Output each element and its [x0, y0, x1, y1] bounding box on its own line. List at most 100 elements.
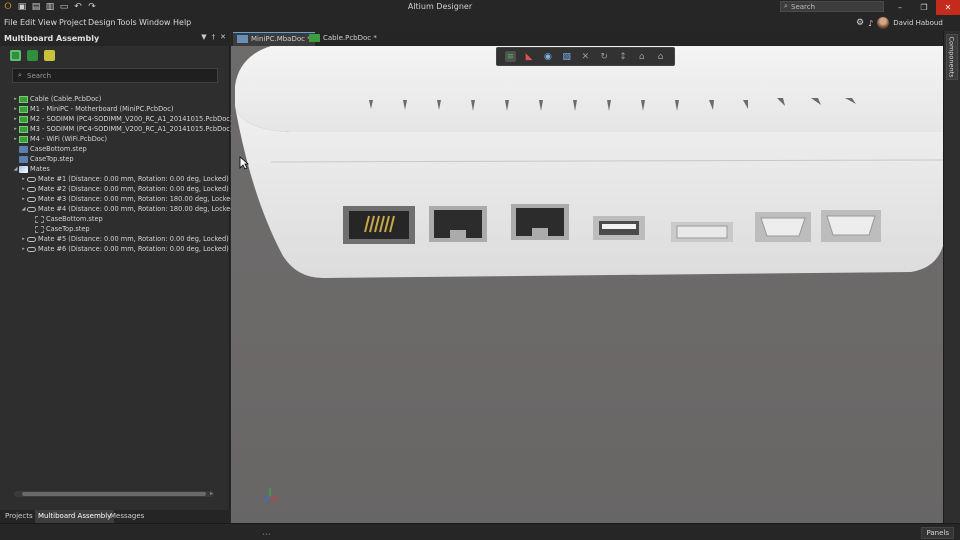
- tree-item[interactable]: CaseTop.step: [12, 224, 226, 234]
- tree-item[interactable]: ▸ Mate #5 (Distance: 0.00 mm, Rotation: 0…: [12, 234, 229, 244]
- panels-button[interactable]: Panels: [921, 527, 954, 539]
- global-search-input[interactable]: ⌕ Search: [780, 1, 884, 12]
- assembly-tree: ▸ Cable (Cable.PcbDoc) ▸ M1 - MiniPC - Moth…: [12, 94, 238, 254]
- hdmi-port: [671, 222, 733, 242]
- layers-icon[interactable]: ≡: [504, 51, 516, 62]
- tree-item[interactable]: CaseTop.step: [12, 154, 226, 164]
- add-board-icon[interactable]: [10, 50, 21, 61]
- tab-projects[interactable]: Projects: [2, 510, 36, 523]
- menu-file[interactable]: File: [4, 18, 17, 27]
- bell-icon[interactable]: ♪: [868, 19, 873, 28]
- minimize-button[interactable]: –: [888, 0, 912, 15]
- 3d-viewport[interactable]: ≡ ◣ ◉ ▧ ✕ ↻ ↕ ⌂ ⌂: [231, 46, 943, 523]
- lock-icon[interactable]: ⌂: [636, 51, 647, 62]
- board-icon: [19, 115, 28, 123]
- tree-item-label: Mate #3 (Distance: 0.00 mm, Rotation: 18…: [38, 195, 238, 203]
- mouse-cursor-icon: [239, 156, 249, 170]
- tree-item-label: M2 - SODIMM (PC4-SODIMM_V200_RC_A1_20141…: [30, 115, 233, 123]
- add-part-icon[interactable]: [44, 50, 55, 61]
- tree-item[interactable]: ◢ Mate #4 (Distance: 0.00 mm, Rotation: 1…: [12, 204, 238, 214]
- unlock-icon[interactable]: ⌂: [655, 51, 666, 62]
- expand-icon[interactable]: ▸: [20, 176, 27, 182]
- tree-item-label: Mate #1 (Distance: 0.00 mm, Rotation: 0.…: [38, 175, 229, 183]
- tree-item[interactable]: ▸ M3 - SODIMM (PC4-SODIMM_V200_RC_A1_2014…: [12, 124, 232, 134]
- expand-icon[interactable]: ▸: [12, 96, 19, 102]
- menu-view[interactable]: View: [38, 18, 57, 27]
- expand-icon[interactable]: ▸: [20, 236, 27, 242]
- tree-item-label: M3 - SODIMM (PC4-SODIMM_V200_RC_A1_20141…: [30, 125, 233, 133]
- expand-icon[interactable]: ▸: [12, 106, 19, 112]
- tree-item[interactable]: ▸ Mate #1 (Distance: 0.00 mm, Rotation: 0…: [12, 174, 229, 184]
- tree-item[interactable]: ◢ Mates: [12, 164, 226, 174]
- expand-icon[interactable]: ▸: [20, 246, 27, 252]
- mate-icon: [27, 186, 36, 192]
- rotate-icon[interactable]: ↻: [599, 51, 610, 62]
- user-area: ⚙ ♪ David Haboud: [856, 15, 943, 31]
- expand-icon[interactable]: ▸: [12, 126, 19, 132]
- panel-close-icon[interactable]: ✕: [220, 33, 226, 41]
- status-bar: ••• Panels: [0, 523, 960, 540]
- close-button[interactable]: ✕: [936, 0, 960, 15]
- scroll-right-icon[interactable]: ▸: [210, 490, 213, 497]
- expand-icon[interactable]: ▸: [12, 136, 19, 142]
- mate-tool-icon[interactable]: ◉: [542, 51, 553, 62]
- components-panel-tab[interactable]: Components: [946, 34, 958, 80]
- collapse-icon[interactable]: ◢: [20, 206, 27, 212]
- scrollbar-thumb[interactable]: [22, 492, 206, 496]
- title-bar: ⭘ ▣ ▤ ▥ ▭ ↶ ↷ Altium Designer ⌕ Search –…: [0, 0, 960, 15]
- resize-grip-icon[interactable]: •••: [262, 532, 271, 538]
- mates-icon: [19, 165, 28, 173]
- maximize-button[interactable]: ❐: [912, 0, 936, 15]
- horizontal-scrollbar[interactable]: [14, 491, 214, 497]
- tab-minipc-label: MiniPC.MbaDoc *: [251, 35, 311, 43]
- pin-icon[interactable]: †: [212, 33, 216, 41]
- tree-item[interactable]: ▸ M2 - SODIMM (PC4-SODIMM_V200_RC_A1_2014…: [12, 114, 232, 124]
- panel-search-input[interactable]: ⌕ Search: [12, 68, 218, 83]
- avatar[interactable]: [877, 17, 890, 29]
- collapse-icon[interactable]: ◢: [12, 166, 19, 172]
- tree-item[interactable]: ▸ M1 - MiniPC - Motherboard (MiniPC.PcbDo…: [12, 104, 226, 114]
- panel-header: Multiboard Assembly ▼ † ✕: [0, 31, 230, 46]
- step-icon: [19, 155, 28, 163]
- tab-multiboard-assembly[interactable]: Multiboard Assembly: [35, 510, 115, 523]
- board-icon[interactable]: [27, 50, 38, 61]
- align-icon[interactable]: ↕: [617, 51, 628, 62]
- measure-icon[interactable]: ◣: [524, 51, 535, 62]
- panel-menu-icon[interactable]: ▼: [201, 33, 206, 41]
- menu-bar: File Edit View Project Design Tools Wind…: [0, 15, 960, 31]
- tree-item[interactable]: ▸ Mate #6 (Distance: 0.00 mm, Rotation: 0…: [12, 244, 229, 254]
- tree-item[interactable]: ▸ M4 - WiFi (WiFi.PcbDoc): [12, 134, 226, 144]
- document-tabs: MiniPC.MbaDoc * Cable.PcbDoc *: [231, 31, 943, 46]
- mate-icon: [27, 196, 36, 202]
- expand-icon[interactable]: ▸: [20, 196, 27, 202]
- menu-project[interactable]: Project: [59, 18, 86, 27]
- pcbdoc-icon: [309, 34, 320, 42]
- section-view-icon[interactable]: ▧: [561, 51, 572, 62]
- user-name[interactable]: David Haboud: [893, 19, 943, 27]
- app-title: Altium Designer: [407, 2, 473, 11]
- tree-item[interactable]: ▸ Mate #3 (Distance: 0.00 mm, Rotation: 1…: [12, 194, 237, 204]
- expand-icon[interactable]: ▸: [12, 116, 19, 122]
- tree-item-label: CaseTop.step: [30, 155, 74, 163]
- delete-icon[interactable]: ✕: [580, 51, 591, 62]
- tree-item-label: Mate #2 (Distance: 0.00 mm, Rotation: 0.…: [38, 185, 229, 193]
- gear-icon[interactable]: ⚙: [856, 18, 864, 28]
- tab-cable-pcbdoc[interactable]: Cable.PcbDoc *: [305, 32, 381, 46]
- right-sidebar: Components: [943, 31, 960, 523]
- tree-item[interactable]: CaseBottom.step: [12, 214, 226, 224]
- menu-edit[interactable]: Edit: [20, 18, 36, 27]
- menu-design[interactable]: Design: [88, 18, 116, 27]
- mate-icon: [27, 206, 36, 212]
- tree-item[interactable]: ▸ Cable (Cable.PcbDoc): [12, 94, 226, 104]
- sub-step-icon: [35, 215, 44, 223]
- tree-item[interactable]: CaseBottom.step: [12, 144, 226, 154]
- expand-icon[interactable]: ▸: [20, 186, 27, 192]
- mate-icon: [27, 246, 36, 252]
- menu-help[interactable]: Help: [173, 18, 191, 27]
- tab-minipc-mbadoc[interactable]: MiniPC.MbaDoc *: [233, 32, 315, 46]
- tab-messages[interactable]: Messages: [107, 510, 147, 523]
- menu-tools[interactable]: Tools: [117, 18, 137, 27]
- board-icon: [19, 135, 28, 143]
- tree-item[interactable]: ▸ Mate #2 (Distance: 0.00 mm, Rotation: 0…: [12, 184, 229, 194]
- menu-window[interactable]: Window: [139, 18, 171, 27]
